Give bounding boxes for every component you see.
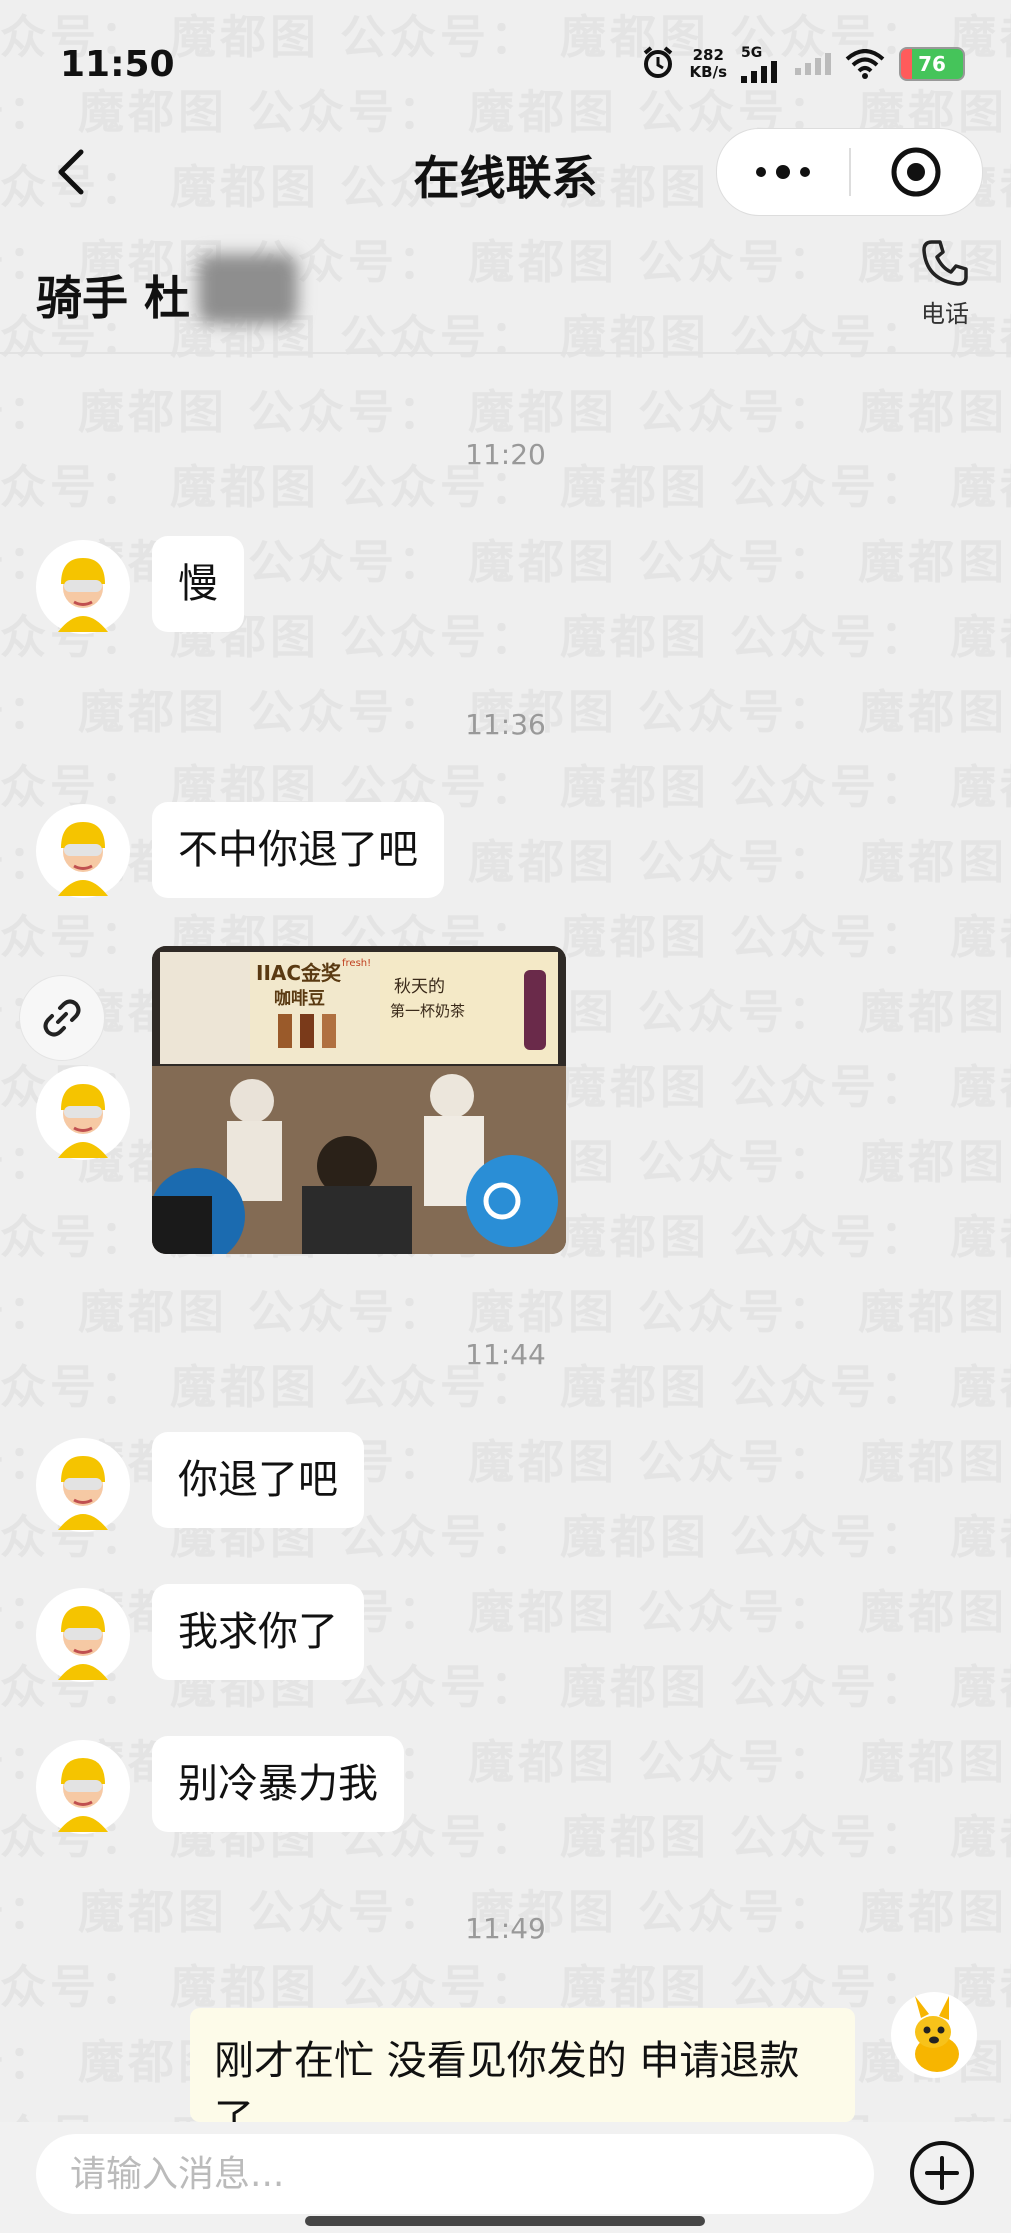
plus-circle-icon[interactable]: [907, 2138, 977, 2208]
timestamp: 11:49: [465, 1912, 546, 1945]
menu-sign-1: IIAC金奖: [256, 961, 342, 985]
menu-sign-3: 秋天的: [394, 977, 445, 997]
blurred-name-mask: [198, 254, 298, 324]
signal-5g: 5G: [741, 45, 781, 83]
input-bar: [0, 2122, 1011, 2233]
user-avatar[interactable]: [891, 1992, 977, 2078]
menu-sign-fresh: fresh!: [342, 958, 371, 969]
message-bubble[interactable]: 别冷暴力我: [152, 1736, 404, 1832]
message-input[interactable]: [36, 2134, 874, 2214]
miniprogram-capsule: [716, 128, 983, 216]
wifi-icon: [845, 49, 885, 79]
timestamp: 11:44: [465, 1338, 546, 1371]
network-speed: 282 KB/s: [690, 47, 727, 81]
target-circle-icon: [891, 147, 941, 197]
chat-area[interactable]: 11:20 慢 11:36 不中你退了吧 IIAC金奖 咖啡豆 fresh! 秋…: [0, 352, 1011, 2122]
contact-header: 骑手 杜 电话: [0, 232, 1011, 354]
call-button[interactable]: 电话: [915, 238, 975, 329]
network-type: 5G: [741, 45, 763, 61]
call-label: 电话: [921, 300, 969, 328]
message-bubble[interactable]: 我求你了: [152, 1584, 364, 1680]
link-icon: [43, 999, 81, 1037]
rider-avatar[interactable]: [36, 1438, 130, 1532]
photo-content: IIAC金奖 咖啡豆 fresh! 秋天的 第一杯奶茶: [152, 946, 566, 1254]
outgoing-message-bubble[interactable]: 刚才在忙 没看见你发的 申请退款了: [190, 2008, 855, 2122]
home-indicator[interactable]: [305, 2216, 705, 2226]
contact-name: 骑手 杜: [36, 271, 191, 325]
more-button[interactable]: [717, 129, 849, 215]
status-bar: 11:50 282 KB/s 5G 76: [0, 0, 1011, 130]
status-time: 11:50: [60, 44, 175, 85]
more-dots-icon: [755, 165, 810, 179]
speed-unit: KB/s: [689, 63, 727, 81]
close-button[interactable]: [851, 129, 983, 215]
timestamp: 11:20: [465, 438, 546, 471]
battery-indicator: 76: [899, 47, 965, 81]
timestamp: 11:36: [465, 708, 546, 741]
signal-secondary-icon: [795, 53, 831, 75]
message-bubble[interactable]: 不中你退了吧: [152, 802, 444, 898]
menu-sign-4: 第一杯奶茶: [390, 1002, 465, 1020]
message-bubble[interactable]: 慢: [152, 536, 244, 632]
message-bubble[interactable]: 你退了吧: [152, 1432, 364, 1528]
rider-avatar[interactable]: [36, 1588, 130, 1682]
status-icons: 282 KB/s 5G 76: [640, 44, 965, 84]
phone-icon: [922, 240, 968, 286]
rider-avatar[interactable]: [36, 1066, 130, 1160]
shared-photo[interactable]: IIAC金奖 咖啡豆 fresh! 秋天的 第一杯奶茶: [152, 946, 566, 1254]
speed-value: 282: [692, 46, 724, 64]
link-button[interactable]: [20, 976, 104, 1060]
nav-bar: 在线联系: [0, 120, 1011, 230]
alarm-icon: [640, 44, 676, 84]
menu-sign-2: 咖啡豆: [274, 988, 325, 1009]
signal-icon: [741, 61, 777, 83]
rider-avatar[interactable]: [36, 1740, 130, 1834]
rider-avatar[interactable]: [36, 540, 130, 634]
rider-avatar[interactable]: [36, 804, 130, 898]
